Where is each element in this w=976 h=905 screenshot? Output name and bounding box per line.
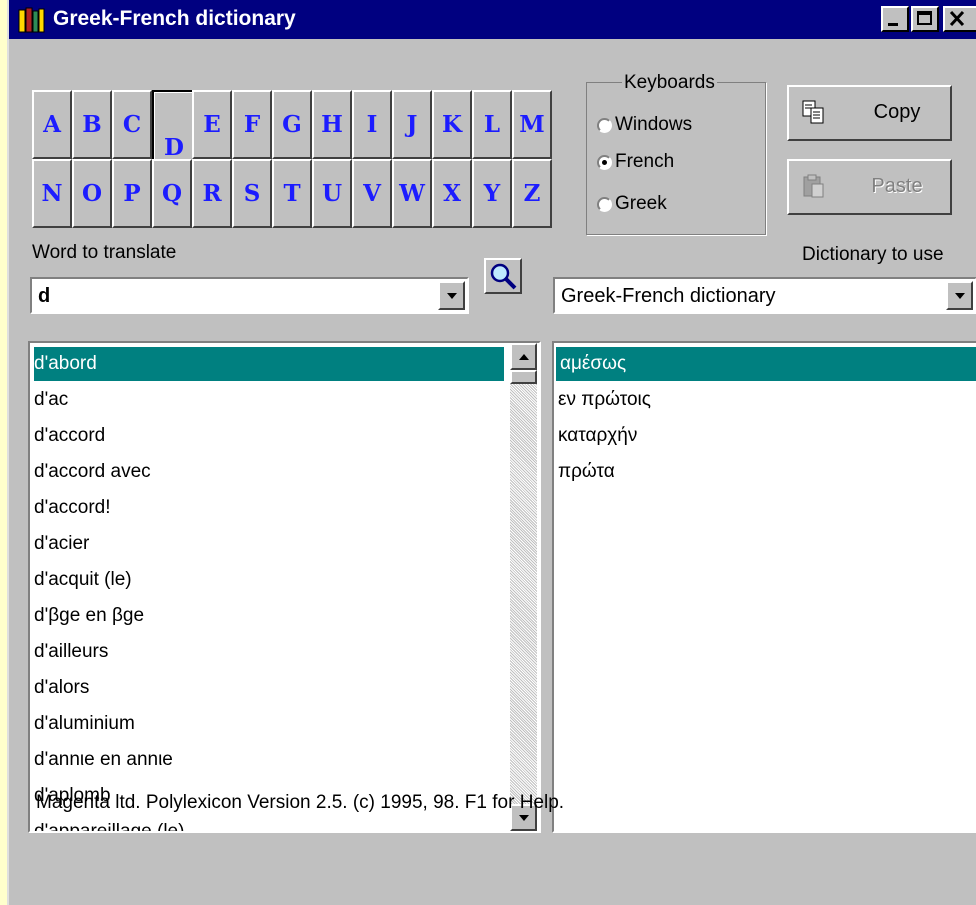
- status-bar: Magenta ltd. Polylexicon Version 2.5. (c…: [36, 792, 565, 813]
- word-list[interactable]: d'abord d'ac d'accord d'accord avec d'ac…: [28, 341, 541, 833]
- radio-indicator: [597, 154, 612, 170]
- list-item[interactable]: d'alors: [34, 671, 89, 705]
- letter-button-n[interactable]: N: [32, 159, 72, 228]
- radio-label: Greek: [615, 193, 667, 214]
- copy-icon: [802, 100, 824, 124]
- word-combo[interactable]: d: [30, 277, 469, 314]
- title-bar[interactable]: Greek-French dictionary: [9, 0, 976, 39]
- letter-button-b[interactable]: B: [72, 90, 112, 159]
- letter-button-t[interactable]: T: [272, 159, 312, 228]
- letter-button-c[interactable]: C: [112, 90, 152, 159]
- radio-greek[interactable]: Greek: [597, 193, 667, 215]
- word-input-value: d: [38, 285, 51, 307]
- radio-french[interactable]: French: [597, 151, 674, 173]
- close-icon: [949, 10, 965, 27]
- list-item[interactable]: αμέσως: [556, 347, 976, 381]
- radio-label: French: [615, 151, 675, 172]
- minimize-icon: [888, 23, 898, 26]
- close-button[interactable]: [943, 6, 976, 32]
- letter-button-f[interactable]: F: [232, 90, 272, 159]
- letter-button-g[interactable]: G: [272, 90, 312, 159]
- main-window: Greek-French dictionary A B C D E F G H …: [7, 0, 976, 905]
- list-item[interactable]: d'ailleurs: [34, 635, 108, 669]
- radio-windows[interactable]: Windows: [597, 114, 692, 136]
- scroll-thumb[interactable]: [510, 370, 537, 384]
- paste-button[interactable]: Paste: [787, 159, 952, 215]
- radio-indicator: [597, 196, 612, 212]
- dictionary-combo-dropdown[interactable]: [946, 281, 973, 310]
- letter-button-j[interactable]: J: [392, 90, 432, 159]
- word-combo-dropdown[interactable]: [438, 281, 465, 310]
- maximize-button[interactable]: [911, 6, 939, 32]
- list-item[interactable]: εν πρώτοις: [558, 383, 651, 417]
- window-title: Greek-French dictionary: [53, 7, 296, 30]
- list-item[interactable]: πρώτα: [558, 455, 615, 489]
- minimize-button[interactable]: [881, 6, 909, 32]
- letter-button-z[interactable]: Z: [512, 159, 552, 228]
- letter-button-w[interactable]: W: [392, 159, 432, 228]
- letter-button-a[interactable]: A: [32, 90, 72, 159]
- list-item[interactable]: d'acquit (le): [34, 563, 132, 597]
- copy-button[interactable]: Copy: [787, 85, 952, 141]
- letter-button-o[interactable]: O: [72, 159, 112, 228]
- books-icon: [18, 7, 45, 33]
- list-item[interactable]: d'aluminium: [34, 707, 135, 741]
- letter-button-i[interactable]: I: [352, 90, 392, 159]
- paste-label: Paste: [871, 175, 923, 197]
- dictionary-combo[interactable]: Greek-French dictionary: [553, 277, 976, 314]
- letter-button-q[interactable]: Q: [152, 159, 192, 228]
- word-to-translate-label: Word to translate: [32, 242, 177, 263]
- list-item[interactable]: d'accord: [34, 419, 105, 453]
- letter-button-y[interactable]: Y: [472, 159, 512, 228]
- letter-button-s[interactable]: S: [232, 159, 272, 228]
- maximize-icon: [917, 11, 932, 25]
- list-item[interactable]: d'abord: [34, 347, 504, 381]
- letter-button-u[interactable]: U: [312, 159, 352, 228]
- list-item[interactable]: d'annιe en annιe: [34, 743, 173, 777]
- radio-label: Windows: [615, 114, 693, 135]
- search-button[interactable]: [484, 258, 522, 294]
- paste-icon: [803, 174, 824, 198]
- word-list-scrollbar[interactable]: [510, 343, 537, 831]
- list-item[interactable]: d'appareillage (le): [34, 815, 184, 831]
- list-item[interactable]: d'acier: [34, 527, 89, 561]
- keyboards-legend: Keyboards: [622, 71, 717, 95]
- chevron-down-icon: [518, 814, 529, 821]
- letter-button-m[interactable]: M: [512, 90, 552, 159]
- radio-indicator: [597, 117, 612, 133]
- dictionary-select-value: Greek-French dictionary: [561, 285, 776, 307]
- translation-list[interactable]: αμέσως εν πρώτοις καταρχήν πρώτα: [552, 341, 976, 833]
- chevron-down-icon: [954, 292, 965, 299]
- letter-button-v[interactable]: V: [352, 159, 392, 228]
- letter-button-x[interactable]: X: [432, 159, 472, 228]
- chevron-up-icon: [518, 353, 529, 360]
- letter-button-l[interactable]: L: [472, 90, 512, 159]
- letter-button-p[interactable]: P: [112, 159, 152, 228]
- chevron-down-icon: [446, 292, 457, 299]
- list-item[interactable]: d'ac: [34, 383, 68, 417]
- list-item[interactable]: καταρχήν: [558, 419, 637, 453]
- scroll-up-button[interactable]: [510, 343, 537, 370]
- list-item[interactable]: d'accord avec: [34, 455, 151, 489]
- copy-label: Copy: [873, 101, 921, 123]
- list-item[interactable]: d'accord!: [34, 491, 111, 525]
- search-icon: [490, 263, 517, 290]
- letter-button-h[interactable]: H: [312, 90, 352, 159]
- letter-button-e[interactable]: E: [192, 90, 232, 159]
- dictionary-label: Dictionary to use: [802, 244, 944, 265]
- letter-button-r[interactable]: R: [192, 159, 232, 228]
- list-item[interactable]: d'βge en βge: [34, 599, 144, 633]
- letter-button-k[interactable]: K: [432, 90, 472, 159]
